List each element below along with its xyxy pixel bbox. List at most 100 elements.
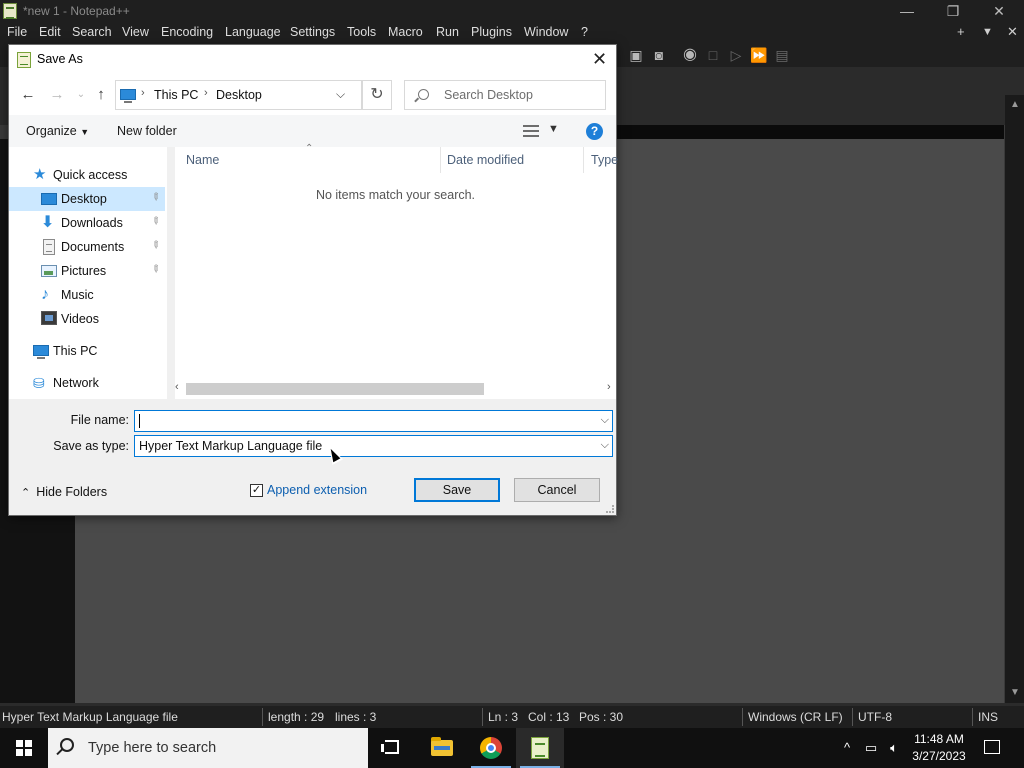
hide-folders-button[interactable]: ⌃ Hide Folders	[21, 485, 107, 499]
column-header-date-modified[interactable]: Date modified	[447, 153, 524, 167]
breadcrumb-chevron-icon[interactable]: ›	[141, 87, 145, 99]
menu-help[interactable]: ?	[581, 25, 588, 39]
notepad-app-icon	[3, 3, 17, 19]
play-macro-icon[interactable]: ▷	[727, 46, 745, 64]
menu-tools[interactable]: Tools	[347, 25, 376, 39]
dialog-close-button[interactable]: ✕	[583, 45, 616, 75]
back-arrow-icon[interactable]: ←	[18, 85, 38, 105]
start-button[interactable]	[0, 728, 48, 768]
menu-encoding[interactable]: Encoding	[161, 25, 213, 39]
tab-list-dropdown[interactable]: ▼	[982, 26, 993, 38]
save-button[interactable]: Save	[414, 478, 500, 502]
scroll-left-icon[interactable]: ‹	[175, 381, 179, 393]
scroll-right-icon[interactable]: ›	[607, 381, 611, 393]
notepad-taskbar-button[interactable]	[516, 728, 564, 768]
breadcrumb-chevron-icon[interactable]: ›	[204, 87, 208, 99]
show-hidden-icons-icon[interactable]: ^	[838, 728, 856, 768]
nav-item-quick-access[interactable]: ★ Quick access	[9, 163, 165, 187]
search-desktop-input[interactable]: Search Desktop	[404, 80, 606, 110]
close-tab-button[interactable]: ✕	[1007, 24, 1018, 40]
file-list-horizontal-scrollbar[interactable]: ‹ ›	[175, 379, 616, 399]
menu-search[interactable]: Search	[72, 25, 112, 39]
cancel-button[interactable]: Cancel	[514, 478, 600, 502]
address-bar[interactable]: › This PC › Desktop ⌵	[115, 80, 362, 110]
taskbar-search[interactable]: Type here to search	[48, 728, 368, 768]
view-options-icon[interactable]	[523, 125, 539, 137]
volume-icon[interactable]: 🔈︎	[884, 728, 904, 768]
navigation-pane-scrollbar[interactable]	[167, 147, 175, 399]
network-icon: ⛁	[33, 375, 45, 391]
nav-item-documents[interactable]: Documents ✎	[9, 235, 165, 259]
menu-language[interactable]: Language	[225, 25, 281, 39]
hide-folders-label: Hide Folders	[36, 485, 108, 499]
scrollbar-thumb[interactable]	[186, 383, 484, 395]
file-name-dropdown-icon[interactable]: ⌵	[601, 414, 609, 427]
nav-item-desktop[interactable]: Desktop ✎	[9, 187, 165, 211]
record-macro-icon[interactable]: ◉	[681, 46, 699, 64]
stop-recording-icon[interactable]: □	[704, 46, 722, 64]
nav-item-network[interactable]: ⛁ Network	[9, 371, 165, 395]
chrome-button[interactable]	[467, 728, 515, 768]
editor-vertical-scrollbar[interactable]: ▲ ▼	[1005, 95, 1024, 703]
resize-grip-icon[interactable]	[606, 505, 614, 513]
save-form: File name: ⌵ Save as type: Hyper Text Ma…	[9, 399, 616, 515]
screenshot-icon[interactable]: ◙	[650, 46, 668, 64]
save-as-type-dropdown-icon[interactable]: ⌵	[601, 439, 609, 452]
column-header-name[interactable]: Name	[186, 153, 219, 167]
file-explorer-button[interactable]	[418, 728, 466, 768]
up-arrow-icon[interactable]: ↑	[91, 85, 111, 105]
save-as-type-label: Save as type:	[53, 439, 129, 453]
scroll-down-icon[interactable]: ▼	[1010, 687, 1020, 698]
menu-macro[interactable]: Macro	[388, 25, 423, 39]
append-extension-checkbox[interactable]: ✓	[250, 484, 263, 497]
window-title: *new 1 - Notepad++	[23, 4, 130, 18]
menu-run[interactable]: Run	[436, 25, 459, 39]
new-folder-button[interactable]: New folder	[117, 124, 177, 138]
close-button[interactable]: ✕	[976, 0, 1022, 23]
pin-icon[interactable]: ✎	[148, 239, 162, 253]
this-pc-icon	[33, 345, 49, 359]
macro-panel-icon[interactable]: ▣	[627, 46, 645, 64]
task-view-button[interactable]	[368, 728, 416, 768]
system-clock[interactable]: 11:48 AM 3/27/2023	[906, 731, 972, 765]
search-icon	[418, 89, 429, 100]
pin-icon[interactable]: ✎	[148, 215, 162, 229]
pin-icon[interactable]: ✎	[148, 263, 162, 277]
file-list[interactable]: ⌃ Name Date modified Type No items match…	[175, 143, 618, 379]
menu-plugins[interactable]: Plugins	[471, 25, 512, 39]
menu-window[interactable]: Window	[524, 25, 568, 39]
save-as-type-select[interactable]: Hyper Text Markup Language file ⌵	[134, 435, 613, 457]
dialog-title-bar: Save As ✕	[9, 45, 616, 75]
pin-icon[interactable]: ✎	[148, 191, 162, 205]
menu-file[interactable]: File	[7, 25, 27, 39]
restore-button[interactable]: ❐	[930, 0, 976, 23]
organize-button[interactable]: Organize ▼	[26, 124, 89, 138]
help-icon[interactable]: ?	[586, 123, 603, 140]
forward-arrow-icon[interactable]: →	[47, 85, 67, 105]
save-macro-icon[interactable]: ▤	[773, 46, 791, 64]
menu-settings[interactable]: Settings	[290, 25, 335, 39]
nav-item-this-pc[interactable]: This PC	[9, 339, 165, 363]
sort-indicator-icon: ⌃	[305, 143, 314, 154]
recent-locations-icon[interactable]: ⌄	[71, 85, 91, 105]
menu-edit[interactable]: Edit	[39, 25, 61, 39]
nav-item-music[interactable]: ♪ Music	[9, 283, 165, 307]
minimize-button[interactable]: —	[884, 0, 930, 23]
breadcrumb-desktop[interactable]: Desktop	[216, 88, 262, 102]
address-dropdown-icon[interactable]: ⌵	[336, 87, 345, 102]
nav-item-downloads[interactable]: ⬇ Downloads ✎	[9, 211, 165, 235]
new-tab-button[interactable]: +	[957, 24, 965, 39]
refresh-button[interactable]: ↻	[362, 80, 392, 110]
column-header-type[interactable]: Type	[591, 153, 618, 167]
append-extension-label[interactable]: Append extension	[267, 483, 367, 497]
menu-view[interactable]: View	[122, 25, 149, 39]
scroll-up-icon[interactable]: ▲	[1010, 99, 1020, 110]
view-dropdown-icon[interactable]: ▼	[548, 123, 559, 135]
breadcrumb-this-pc[interactable]: This PC	[154, 88, 198, 102]
network-icon[interactable]: ▭	[860, 728, 882, 768]
file-name-input[interactable]: ⌵	[134, 410, 613, 432]
nav-item-videos[interactable]: Videos	[9, 307, 165, 331]
notification-icon[interactable]	[984, 740, 1000, 754]
nav-item-pictures[interactable]: Pictures ✎	[9, 259, 165, 283]
run-macro-multiple-icon[interactable]: ⏩	[750, 46, 768, 64]
